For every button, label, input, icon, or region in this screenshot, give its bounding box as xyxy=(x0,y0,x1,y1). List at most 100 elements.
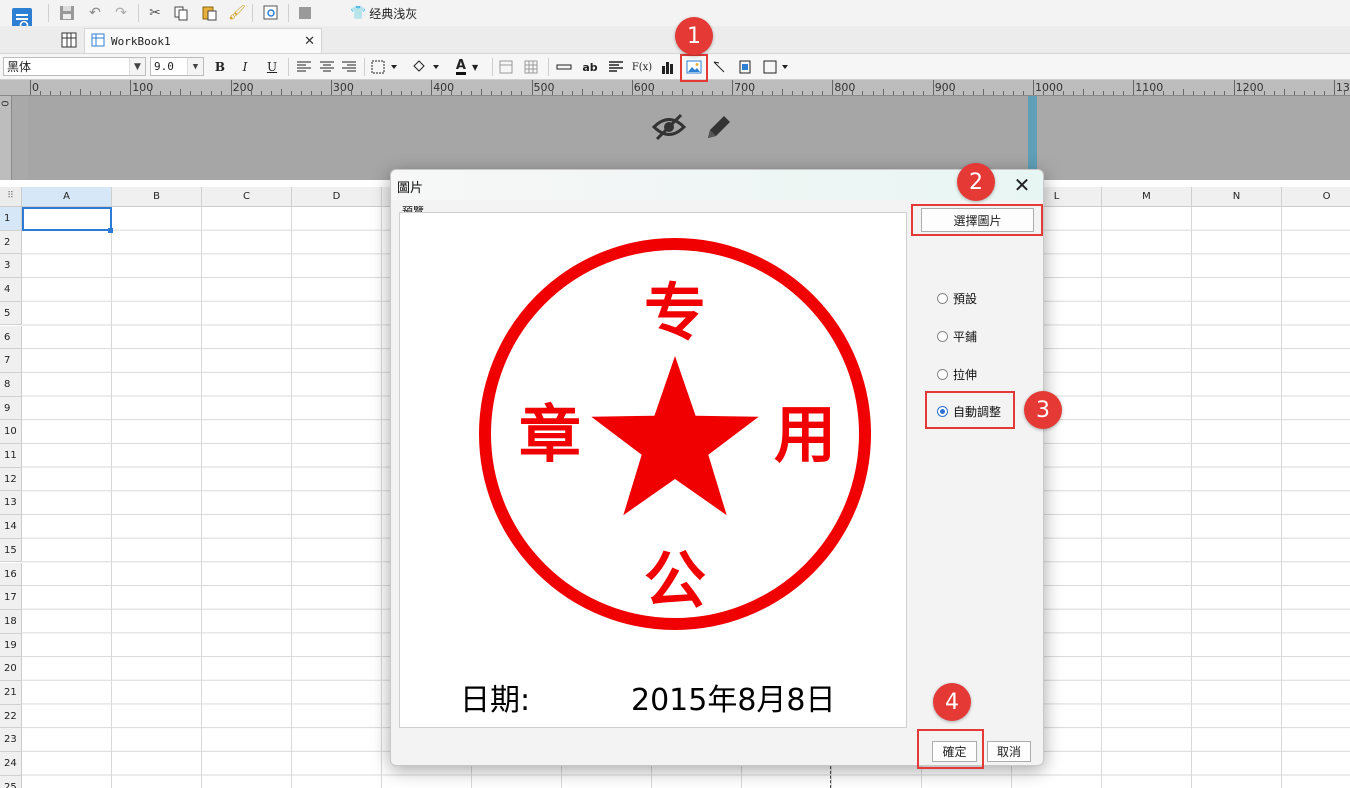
row-header[interactable]: 6 xyxy=(0,325,22,350)
option-radio[interactable]: 預設 xyxy=(937,289,977,307)
option-label: 預設 xyxy=(953,291,978,306)
select-all-corner[interactable]: ⠿ xyxy=(0,187,22,207)
column-header[interactable]: M xyxy=(1102,187,1192,207)
paragraph-icon[interactable] xyxy=(606,57,626,77)
row-header[interactable]: 10 xyxy=(0,420,22,444)
paste-icon[interactable] xyxy=(198,2,220,24)
row-header[interactable]: 13 xyxy=(0,491,22,516)
row-header[interactable]: 3 xyxy=(0,254,22,279)
column-header[interactable]: C xyxy=(202,187,292,207)
theme-switch[interactable]: 👕 经典浅灰 xyxy=(350,3,417,23)
font-size-select[interactable]: 9.0 ▼ xyxy=(150,57,204,76)
row-header[interactable]: 1 xyxy=(0,207,22,231)
radio-button[interactable] xyxy=(937,368,948,380)
font-name-value: 黑体 xyxy=(7,60,32,74)
row-header[interactable]: 21 xyxy=(0,681,22,705)
row-header[interactable]: 14 xyxy=(0,515,22,539)
page-boundary-line xyxy=(1028,96,1037,180)
align-left-icon[interactable] xyxy=(294,57,314,77)
format-painter-icon[interactable]: 🖌 xyxy=(226,2,248,24)
cancel-button[interactable]: 取消 xyxy=(987,741,1031,762)
radio-button[interactable] xyxy=(937,292,948,304)
row-header[interactable]: 23 xyxy=(0,728,22,753)
chevron-down-icon[interactable]: ▼ xyxy=(129,58,145,75)
edit-icon[interactable] xyxy=(704,112,734,145)
ruler-major-tick xyxy=(1133,80,1135,95)
document-tab[interactable]: WorkBook1 ✕ xyxy=(84,28,322,53)
row-header[interactable]: 24 xyxy=(0,752,22,776)
radio-button[interactable] xyxy=(937,330,948,342)
row-header[interactable]: 4 xyxy=(0,278,22,302)
formula-button[interactable]: F(x) xyxy=(632,57,652,77)
merge-icon[interactable] xyxy=(496,57,516,77)
hide-icon[interactable] xyxy=(651,112,687,145)
ruler-minor-tick xyxy=(190,91,192,95)
row-header[interactable]: 19 xyxy=(0,633,22,658)
row-header[interactable]: 11 xyxy=(0,444,22,468)
ruler-minor-tick xyxy=(110,91,112,95)
row-header[interactable]: 15 xyxy=(0,538,22,563)
ruler-minor-tick xyxy=(792,91,794,95)
align-center-icon[interactable] xyxy=(317,57,337,77)
column-header[interactable]: B xyxy=(112,187,202,207)
ruler-minor-tick xyxy=(762,91,764,95)
italic-button[interactable]: I xyxy=(235,57,255,77)
ruler-minor-tick xyxy=(812,91,814,95)
ruler-minor-tick xyxy=(471,91,473,95)
preview-icon[interactable] xyxy=(260,2,282,24)
row-header[interactable]: 5 xyxy=(0,301,22,326)
chart-icon[interactable] xyxy=(658,57,678,77)
column-header[interactable]: O xyxy=(1282,187,1350,207)
save-icon[interactable] xyxy=(56,2,78,24)
underline-button[interactable]: U xyxy=(262,57,282,77)
align-right-icon[interactable] xyxy=(339,57,359,77)
option-radio[interactable]: 平鋪 xyxy=(937,327,977,345)
ruler-minor-tick xyxy=(902,91,904,95)
fill-color-icon[interactable] xyxy=(410,57,442,77)
close-tab-icon[interactable]: ✕ xyxy=(304,34,315,49)
row-header[interactable]: 7 xyxy=(0,349,22,373)
row-header[interactable]: 18 xyxy=(0,609,22,634)
frame-icon[interactable] xyxy=(735,57,755,77)
row-header[interactable]: 17 xyxy=(0,586,22,610)
chevron-down-icon[interactable]: ▼ xyxy=(187,58,203,75)
selected-cell[interactable] xyxy=(22,207,112,231)
row-header[interactable]: 9 xyxy=(0,396,22,421)
slash-icon[interactable] xyxy=(709,57,729,77)
dialog-close-button[interactable]: ✕ xyxy=(1007,172,1037,198)
row-header[interactable]: 16 xyxy=(0,562,22,587)
border-icon[interactable] xyxy=(370,57,402,77)
option-radio[interactable]: 拉伸 xyxy=(937,365,977,383)
ruler-minor-tick xyxy=(260,91,262,95)
ruler-minor-tick xyxy=(1263,91,1265,95)
app-window: ↶ ↷ ✂ 🖌 👕 经典浅灰 WorkBook1 ✕ 黑体 ▼ 9.0 ▼ B … xyxy=(0,0,1350,788)
row-header[interactable]: 2 xyxy=(0,230,22,255)
bold-button[interactable]: B xyxy=(210,57,230,77)
row-header[interactable]: 8 xyxy=(0,372,22,397)
ruler-minor-tick xyxy=(671,91,673,95)
redo-icon[interactable]: ↷ xyxy=(110,2,132,24)
ruler-minor-tick xyxy=(862,91,864,95)
text-style-button[interactable]: ab xyxy=(580,57,600,77)
ruler-minor-tick xyxy=(621,91,623,95)
font-color-icon[interactable]: A ▼ xyxy=(450,57,484,77)
row-header[interactable]: 12 xyxy=(0,467,22,492)
ruler-label: 1100 xyxy=(1135,81,1164,94)
cut-icon[interactable]: ✂ xyxy=(144,2,166,24)
undo-icon[interactable]: ↶ xyxy=(84,2,106,24)
column-header[interactable]: D xyxy=(292,187,382,207)
dialog-titlebar[interactable] xyxy=(391,170,1043,200)
ruler-major-tick xyxy=(531,80,533,95)
column-header[interactable]: N xyxy=(1192,187,1282,207)
row-header[interactable]: 22 xyxy=(0,704,22,729)
text-field-icon[interactable] xyxy=(554,57,574,77)
copy-icon[interactable] xyxy=(170,2,192,24)
row-header[interactable]: 20 xyxy=(0,657,22,681)
fill-handle[interactable] xyxy=(108,228,113,233)
font-name-select[interactable]: 黑体 ▼ xyxy=(3,57,146,76)
cell-border-icon[interactable] xyxy=(762,57,792,77)
column-header[interactable]: A xyxy=(22,187,112,207)
unmerge-icon[interactable] xyxy=(521,57,541,77)
row-header[interactable]: 25 xyxy=(0,775,22,788)
sheet-icon[interactable] xyxy=(58,29,80,51)
